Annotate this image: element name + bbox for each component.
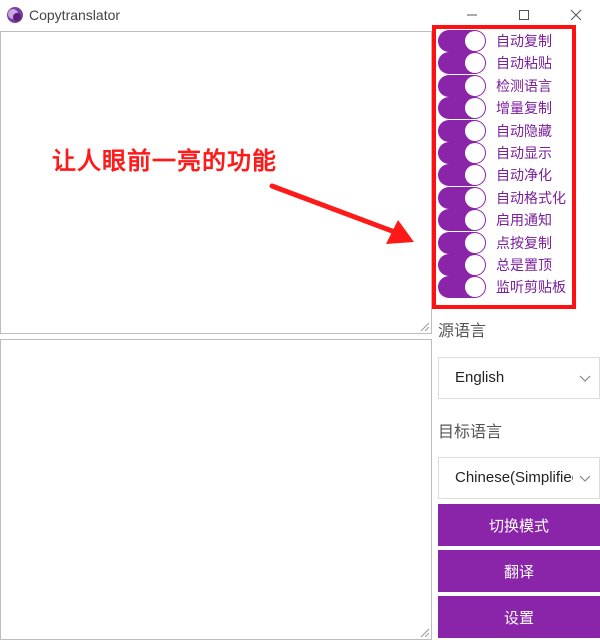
toggle-always-on-top[interactable]: 总是置顶 (436, 254, 552, 276)
minimize-icon (467, 14, 477, 16)
toggle-auto-format[interactable]: 自动格式化 (436, 186, 566, 209)
switch-knob (465, 31, 485, 51)
toggle-listen-clipboard[interactable]: 监听剪贴板 (436, 276, 566, 299)
switch-knob (465, 210, 485, 231)
toggle-switch[interactable] (438, 52, 486, 75)
toggle-switch[interactable] (438, 119, 486, 142)
switch-knob (465, 232, 485, 253)
toggle-label: 增量复制 (496, 101, 552, 118)
toggle-switch[interactable] (438, 142, 486, 164)
toggle-label: 自动复制 (496, 34, 552, 50)
target-language-value: Chinese(Simplified) (455, 469, 573, 486)
toggle-auto-copy[interactable]: 自动复制 (436, 30, 552, 52)
maximize-icon (519, 10, 529, 20)
resize-grip-icon[interactable] (419, 321, 429, 331)
chevron-down-icon (579, 475, 591, 482)
toggle-auto-purify[interactable]: 自动净化 (436, 164, 552, 187)
target-language-select[interactable]: Chinese(Simplified) (438, 457, 600, 499)
chevron-down-icon (579, 375, 591, 382)
toggle-label: 检测语言 (496, 78, 552, 95)
switch-knob (465, 187, 485, 208)
toggle-incremental-copy[interactable]: 增量复制 (436, 97, 552, 120)
toggle-label: 自动隐藏 (496, 123, 552, 140)
toggle-switch[interactable] (438, 74, 486, 97)
annotation-caption: 让人眼前一亮的功能 (52, 147, 277, 175)
annotation-arrow-icon (269, 183, 414, 244)
toggle-switch[interactable] (438, 186, 486, 209)
toggle-switch[interactable] (438, 254, 486, 276)
toggle-enable-notification[interactable]: 启用通知 (436, 209, 552, 232)
switch-knob (465, 98, 485, 119)
translate-button[interactable]: 翻译 (438, 550, 600, 592)
toggle-detect-language[interactable]: 检测语言 (436, 74, 552, 97)
resize-grip-icon[interactable] (419, 627, 429, 637)
target-language-label: 目标语言 (438, 422, 503, 441)
window-title: Copytranslator (29, 7, 121, 23)
toggle-label: 自动格式化 (496, 190, 566, 207)
toggle-switch[interactable] (438, 209, 486, 232)
source-language-select[interactable]: English (438, 357, 600, 399)
toggle-switch[interactable] (438, 30, 486, 52)
settings-button[interactable]: 设置 (438, 596, 600, 638)
switch-knob (465, 53, 485, 74)
switch-knob (465, 120, 485, 141)
switch-knob (465, 255, 485, 275)
close-button[interactable] (558, 3, 594, 27)
toggle-auto-hide[interactable]: 自动隐藏 (436, 119, 552, 142)
toggle-switch[interactable] (438, 97, 486, 120)
close-icon (570, 9, 582, 21)
toggle-switch[interactable] (438, 276, 486, 299)
toggle-label: 自动粘贴 (496, 56, 552, 73)
maximize-button[interactable] (506, 3, 542, 27)
switch-knob (465, 75, 485, 96)
toggle-auto-paste[interactable]: 自动粘贴 (436, 52, 552, 75)
switch-knob (465, 277, 485, 298)
toggle-label: 自动显示 (496, 146, 552, 162)
switch-mode-button[interactable]: 切换模式 (438, 504, 600, 546)
switch-knob (465, 143, 485, 163)
toggle-label: 点按复制 (496, 235, 552, 252)
toggle-label: 监听剪贴板 (496, 280, 566, 297)
toggle-click-copy[interactable]: 点按复制 (436, 231, 552, 254)
toggle-auto-show[interactable]: 自动显示 (436, 142, 552, 164)
toggle-label: 自动净化 (496, 168, 552, 185)
toggle-label: 启用通知 (496, 213, 552, 230)
minimize-button[interactable] (454, 3, 490, 27)
toggle-label: 总是置顶 (496, 258, 552, 274)
source-language-value: English (455, 369, 505, 386)
toggle-switch[interactable] (438, 164, 486, 187)
toggle-switch[interactable] (438, 231, 486, 254)
switch-knob (465, 165, 485, 186)
app-logo-icon (7, 7, 23, 23)
source-language-label: 源语言 (438, 321, 487, 340)
feature-toggle-panel: 自动复制 自动粘贴 检测语言 增量复制 自动隐藏 自动显示 自动净化 自动格式化… (432, 25, 576, 309)
result-text-area[interactable] (0, 339, 432, 640)
